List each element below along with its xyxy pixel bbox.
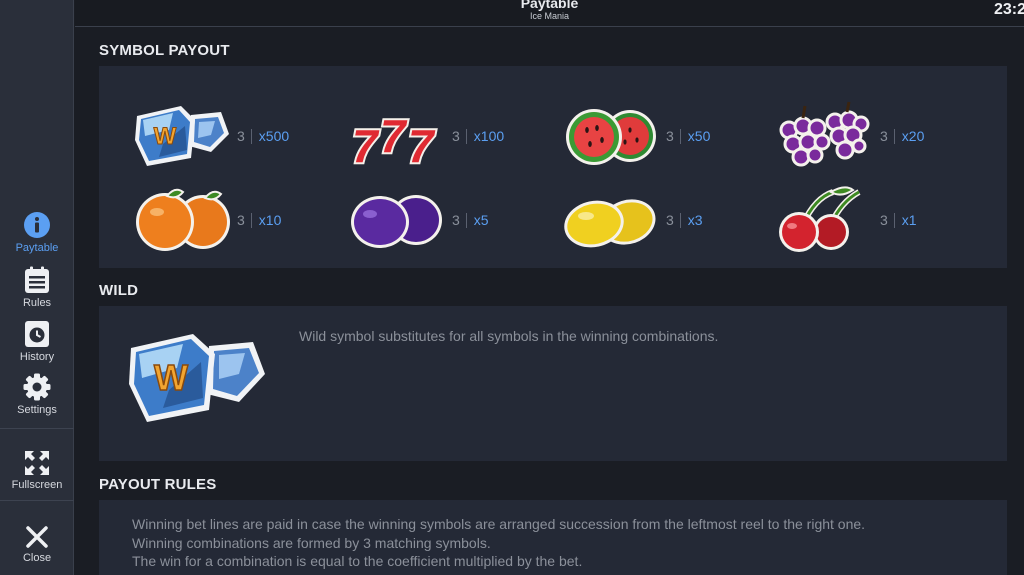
sidebar-item-label: Paytable	[15, 242, 59, 254]
sidebar-item-label: History	[19, 351, 55, 363]
info-icon	[24, 212, 50, 238]
wild-symbol: W	[129, 334, 265, 422]
sidebar-divider	[0, 428, 74, 429]
payout-rules-heading: PAYOUT RULES	[99, 476, 217, 493]
payout-multiplier: 3 x10	[237, 212, 282, 228]
wild-ice-cube-symbol: W	[135, 106, 229, 166]
svg-text:W: W	[154, 123, 177, 150]
orange-symbol	[136, 188, 230, 251]
sidebar-item-history[interactable]: History	[0, 320, 74, 363]
svg-text:W: W	[154, 357, 188, 398]
svg-text:7: 7	[408, 120, 436, 170]
sidebar-item-close[interactable]: Close	[0, 525, 74, 564]
wild-heading: WILD	[99, 282, 139, 299]
svg-text:7: 7	[380, 110, 408, 162]
symbol-payout-heading: SYMBOL PAYOUT	[99, 42, 230, 59]
sidebar-item-label: Settings	[17, 404, 57, 416]
payout-multiplier: 3 x100	[452, 128, 505, 144]
payout-multiplier: 3 x3	[666, 212, 703, 228]
lemon-symbol	[564, 199, 656, 248]
sidebar-item-settings[interactable]: Settings	[0, 373, 74, 416]
fullscreen-icon	[25, 451, 49, 475]
payout-rules-panel: Winning bet lines are paid in case the w…	[99, 500, 1007, 575]
wild-description: Wild symbol substitutes for all symbols …	[299, 328, 719, 344]
payout-rules-list: Winning bet lines are paid in case the w…	[132, 515, 865, 571]
rule-line: The win for a combination is equal to th…	[132, 553, 583, 569]
plum-symbol	[351, 195, 442, 248]
clock: 23:2	[993, 1, 1024, 18]
page-title: Paytable	[520, 0, 579, 11]
history-icon	[25, 321, 49, 347]
close-icon	[26, 526, 48, 548]
game-name: Ice Mania	[529, 11, 570, 21]
gear-icon	[23, 373, 51, 401]
grapes-symbol	[779, 101, 870, 167]
cherry-symbol	[779, 186, 861, 252]
header-bar: Paytable Ice Mania 23:2	[75, 0, 1024, 27]
rule-line: Winning combinations are formed by 3 mat…	[132, 534, 491, 551]
payout-multiplier: 3 x1	[880, 212, 917, 228]
svg-text:7: 7	[352, 120, 380, 170]
payout-multiplier: 3 x500	[237, 128, 290, 144]
rules-icon	[25, 266, 49, 293]
sidebar-divider	[0, 500, 74, 501]
sidebar-item-label: Rules	[22, 297, 52, 309]
sidebar-item-rules[interactable]: Rules	[0, 266, 74, 309]
sidebar: Paytable Rules History Settings Fullscre…	[0, 0, 74, 575]
watermelon-symbol	[566, 109, 656, 165]
sidebar-item-paytable[interactable]: Paytable	[0, 211, 74, 254]
payout-multiplier: 3 x20	[880, 128, 925, 144]
sidebar-item-label: Close	[22, 552, 52, 564]
wild-panel: W Wild symbol substitutes for all symbol…	[99, 306, 1007, 461]
payout-multiplier: 3 x50	[666, 128, 711, 144]
rule-line: Winning bet lines are paid in case the w…	[132, 516, 866, 532]
sevens-symbol: 7 7 7	[350, 108, 438, 170]
symbol-payout-panel: W 3 x500 7 7 7 3 x100 3 x50 3 x20 3 x10 …	[99, 66, 1007, 268]
sidebar-item-fullscreen[interactable]: Fullscreen	[0, 450, 74, 491]
sidebar-item-label: Fullscreen	[11, 479, 63, 491]
payout-multiplier: 3 x5	[452, 212, 489, 228]
